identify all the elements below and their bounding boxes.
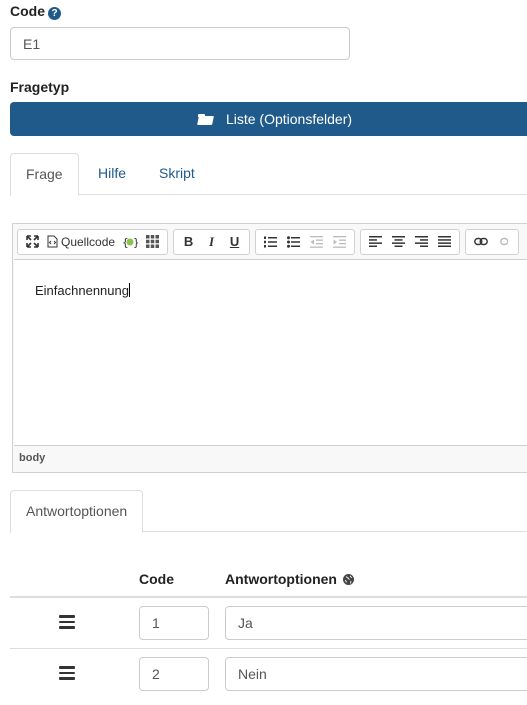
link-icon — [473, 237, 488, 246]
table-row-divider — [10, 648, 527, 649]
editor-content[interactable]: Einfachnennung — [14, 259, 527, 446]
source-button[interactable]: Quellcode — [44, 231, 118, 253]
answer-code-input[interactable] — [139, 657, 209, 691]
maximize-button[interactable] — [21, 231, 44, 253]
code-label: Code? — [10, 3, 61, 20]
column-header-options-label: Antwortoptionen — [225, 571, 337, 587]
tab-skript[interactable]: Skript — [144, 153, 210, 195]
answer-text-input[interactable] — [225, 657, 527, 691]
drag-handle-icon[interactable] — [59, 615, 75, 629]
drag-handle-icon[interactable] — [59, 666, 75, 680]
table-header-divider — [10, 596, 527, 598]
question-type-button[interactable]: Liste (Optionsfelder) — [10, 102, 527, 136]
align-left-button[interactable] — [364, 231, 387, 253]
bullet-list-icon — [287, 235, 301, 248]
underline-button[interactable]: U — [223, 231, 246, 253]
align-right-icon — [415, 236, 429, 247]
bullet-list-button[interactable] — [282, 231, 305, 253]
question-tabs: Frage Hilfe Skript — [10, 153, 527, 196]
align-center-icon — [392, 236, 406, 247]
align-right-button[interactable] — [410, 231, 433, 253]
indent-button[interactable] — [328, 231, 351, 253]
help-icon[interactable]: ? — [48, 7, 61, 20]
outdent-icon — [310, 235, 324, 248]
toolbar-group-format: B I U — [173, 228, 251, 255]
align-center-button[interactable] — [387, 231, 410, 253]
table-button[interactable] — [141, 231, 164, 253]
indent-icon — [333, 235, 347, 248]
code-label-text: Code — [10, 3, 45, 19]
tab-frage[interactable]: Frage — [10, 153, 79, 196]
toolbar-group-align — [360, 228, 461, 255]
column-header-options: Antwortoptionen — [225, 571, 354, 587]
align-left-icon — [369, 236, 383, 247]
table-icon — [146, 235, 160, 248]
justify-button[interactable] — [433, 231, 456, 253]
answer-text-input[interactable] — [225, 606, 527, 640]
toolbar-group-lists — [255, 228, 356, 255]
globe-icon — [342, 574, 354, 585]
folder-open-icon — [197, 113, 214, 125]
element-path[interactable]: body — [19, 452, 45, 464]
column-header-code: Code — [139, 571, 174, 587]
outdent-button[interactable] — [305, 231, 328, 253]
answer-code-input[interactable] — [139, 606, 209, 640]
tab-hilfe[interactable]: Hilfe — [83, 153, 141, 195]
answer-tabs: Antwortoptionen — [10, 490, 527, 533]
unlink-button[interactable] — [492, 231, 515, 253]
text-caret — [128, 283, 130, 297]
rich-text-editor: Quellcode {} B I U — [12, 223, 527, 473]
italic-button[interactable]: I — [200, 231, 223, 253]
unlink-icon — [499, 237, 508, 246]
placeholder-button[interactable]: {} — [118, 231, 141, 253]
tab-antwortoptionen[interactable]: Antwortoptionen — [10, 490, 144, 533]
justify-icon — [438, 236, 452, 247]
svg-text:}: } — [133, 236, 138, 248]
placeholder-icon: {} — [122, 236, 138, 248]
code-input[interactable] — [10, 27, 350, 60]
link-button[interactable] — [469, 231, 492, 253]
question-type-button-label: Liste (Optionsfelder) — [225, 111, 353, 127]
toolbar-group-document: Quellcode {} — [17, 228, 169, 255]
numbered-list-icon — [264, 236, 278, 247]
editor-toolbar: Quellcode {} B I U — [13, 224, 527, 259]
maximize-icon — [26, 235, 39, 248]
source-icon — [47, 235, 58, 248]
toolbar-group-links — [465, 228, 520, 255]
source-button-label: Quellcode — [61, 234, 116, 249]
bold-button[interactable]: B — [177, 231, 200, 253]
numbered-list-button[interactable] — [259, 231, 282, 253]
question-type-label: Fragetyp — [10, 79, 70, 95]
editor-content-text: Einfachnennung — [35, 283, 129, 298]
